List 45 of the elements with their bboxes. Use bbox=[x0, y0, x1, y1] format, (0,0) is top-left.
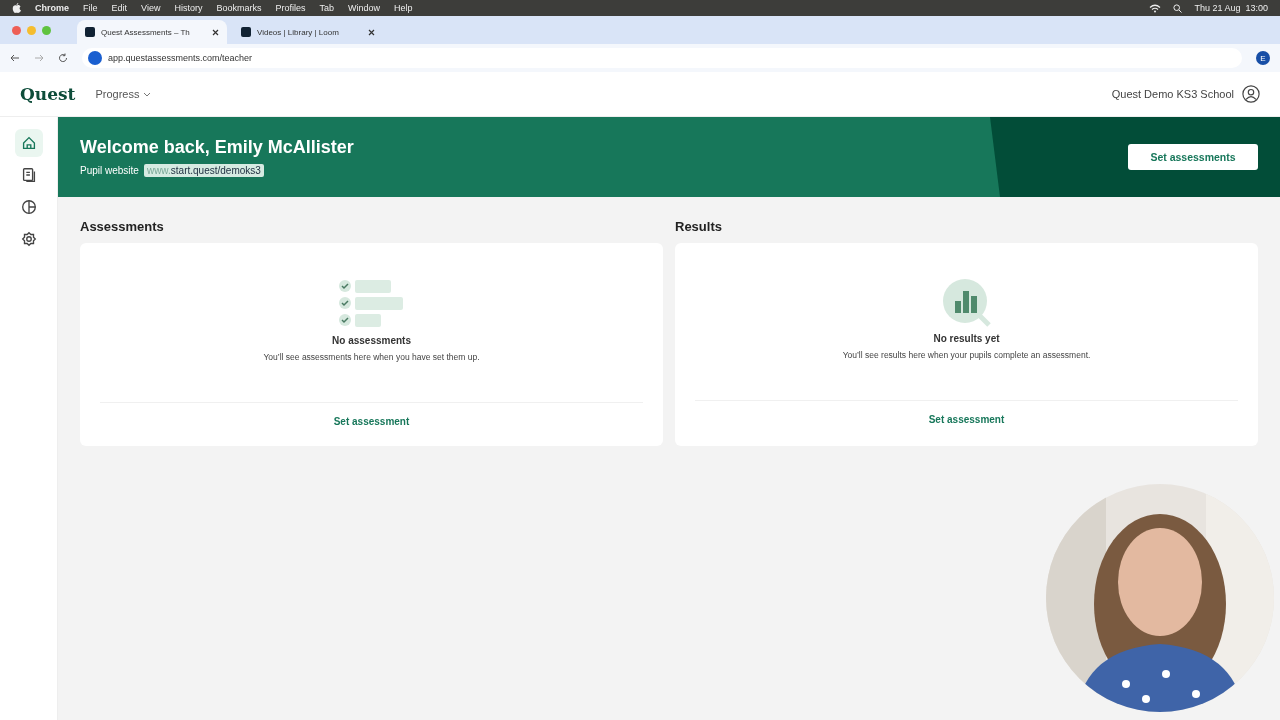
checklist-illustration bbox=[337, 279, 406, 329]
menu-item[interactable]: Window bbox=[347, 3, 380, 13]
section-heading: Assessments bbox=[80, 219, 165, 234]
empty-state-title: No assessments bbox=[332, 335, 411, 346]
menu-item[interactable]: Edit bbox=[111, 3, 128, 13]
empty-state-text: You’ll see results here when your pupils complete an assessment. bbox=[842, 350, 1091, 360]
clock[interactable]: Thu 21 Aug 13:00 bbox=[1194, 3, 1268, 13]
pupil-website-label: Pupil website bbox=[80, 165, 139, 176]
pie-chart-icon bbox=[19, 198, 38, 216]
back-icon[interactable] bbox=[10, 53, 20, 63]
search-icon[interactable] bbox=[1173, 3, 1183, 13]
set-assessment-link[interactable]: Set assessment bbox=[327, 415, 416, 428]
address-bar[interactable]: app.questassessments.com/teacher bbox=[82, 48, 1242, 68]
menu-item[interactable]: Bookmarks bbox=[216, 3, 262, 13]
window-controls[interactable] bbox=[12, 25, 51, 35]
section-heading: Results bbox=[675, 219, 723, 234]
browser-tab[interactable]: Quest Assessments – Th bbox=[77, 20, 227, 44]
chevron-down-icon[interactable] bbox=[143, 91, 152, 97]
bar-chart-search-icon bbox=[942, 279, 991, 327]
close-icon[interactable] bbox=[368, 28, 375, 36]
empty-state-title: No results yet bbox=[933, 333, 1000, 344]
wifi-icon[interactable] bbox=[1149, 3, 1162, 13]
browser-tab[interactable]: Videos | Library | Loom bbox=[233, 20, 383, 44]
settings-icon bbox=[19, 230, 38, 248]
set-assessment-link[interactable]: Set assessment bbox=[922, 413, 1011, 426]
menu-item[interactable]: Profiles bbox=[275, 3, 306, 13]
school-name: Quest Demo KS3 School bbox=[1111, 88, 1234, 100]
set-assessments-button[interactable]: Set assessments bbox=[1128, 144, 1258, 170]
apple-icon[interactable] bbox=[12, 3, 21, 13]
menu-item[interactable]: View bbox=[141, 3, 161, 13]
menu-item[interactable]: File bbox=[83, 3, 98, 13]
profile-avatar[interactable]: E bbox=[1256, 51, 1270, 65]
welcome-title: Welcome back, Emily McAllister bbox=[80, 137, 354, 158]
empty-state-text: You’ll see assessments here when you have set them up. bbox=[263, 352, 480, 362]
menu-item[interactable]: History bbox=[174, 3, 203, 13]
menu-item[interactable]: Tab bbox=[319, 3, 334, 13]
close-icon[interactable] bbox=[212, 28, 219, 36]
reload-icon[interactable] bbox=[58, 53, 68, 63]
menu-item[interactable]: Help bbox=[394, 3, 413, 13]
logo[interactable]: Quest bbox=[20, 84, 76, 104]
nav-dropdown[interactable]: Progress bbox=[95, 88, 152, 100]
sidebar-item[interactable] bbox=[14, 129, 43, 157]
pupil-website-link[interactable]: www.start.quest/demoks3 bbox=[143, 164, 264, 177]
user-icon[interactable] bbox=[1242, 85, 1260, 103]
app-menu[interactable]: Chrome bbox=[35, 3, 69, 13]
